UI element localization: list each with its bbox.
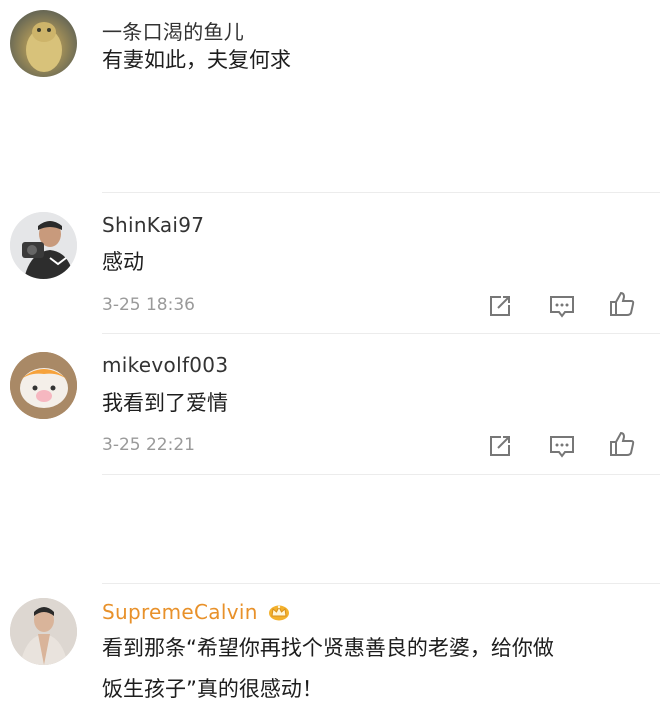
person-avatar-icon bbox=[10, 598, 77, 665]
person-camera-avatar-icon bbox=[10, 212, 77, 279]
username[interactable]: 一条口渴的鱼儿 bbox=[102, 16, 244, 45]
comment-text-line-2: 饭生孩子”真的很感动！ bbox=[102, 677, 323, 701]
username[interactable]: mikevolf003 bbox=[102, 353, 228, 377]
avatar[interactable] bbox=[10, 212, 77, 279]
avatar[interactable] bbox=[10, 10, 77, 77]
comment-text: 感动 bbox=[102, 250, 144, 274]
comment-icon bbox=[550, 296, 574, 318]
comment-icon bbox=[550, 436, 574, 458]
username[interactable]: SupremeCalvin bbox=[102, 600, 290, 626]
divider bbox=[102, 583, 660, 584]
share-button[interactable] bbox=[486, 432, 514, 460]
share-icon bbox=[490, 296, 510, 316]
reply-button[interactable] bbox=[548, 292, 576, 320]
divider bbox=[102, 333, 660, 334]
comment-time: 3-25 22:21 bbox=[102, 435, 195, 455]
thumbs-up-icon bbox=[610, 431, 635, 456]
comment-time: 3-25 18:36 bbox=[102, 295, 195, 315]
share-button[interactable] bbox=[486, 292, 514, 320]
divider bbox=[102, 474, 660, 475]
like-button[interactable] bbox=[608, 290, 636, 318]
share-icon bbox=[490, 436, 510, 456]
avatar[interactable] bbox=[10, 352, 77, 419]
username[interactable]: ShinKai97 bbox=[102, 213, 204, 237]
cartoon-avatar-icon bbox=[10, 352, 77, 419]
thumbs-up-icon bbox=[610, 291, 635, 316]
like-button[interactable] bbox=[608, 430, 636, 458]
comment-text: 我看到了爱情 bbox=[102, 391, 228, 415]
crown-icon bbox=[268, 602, 290, 626]
divider bbox=[102, 192, 660, 193]
avatar[interactable] bbox=[10, 598, 77, 665]
gecko-avatar-icon bbox=[26, 22, 62, 72]
comment-text-line-1: 看到那条“希望你再找个贤惠善良的老婆，给你做 bbox=[102, 636, 554, 660]
comment-text: 有妻如此，夫复何求 bbox=[102, 48, 291, 72]
reply-button[interactable] bbox=[548, 432, 576, 460]
username-text: SupremeCalvin bbox=[102, 600, 258, 624]
